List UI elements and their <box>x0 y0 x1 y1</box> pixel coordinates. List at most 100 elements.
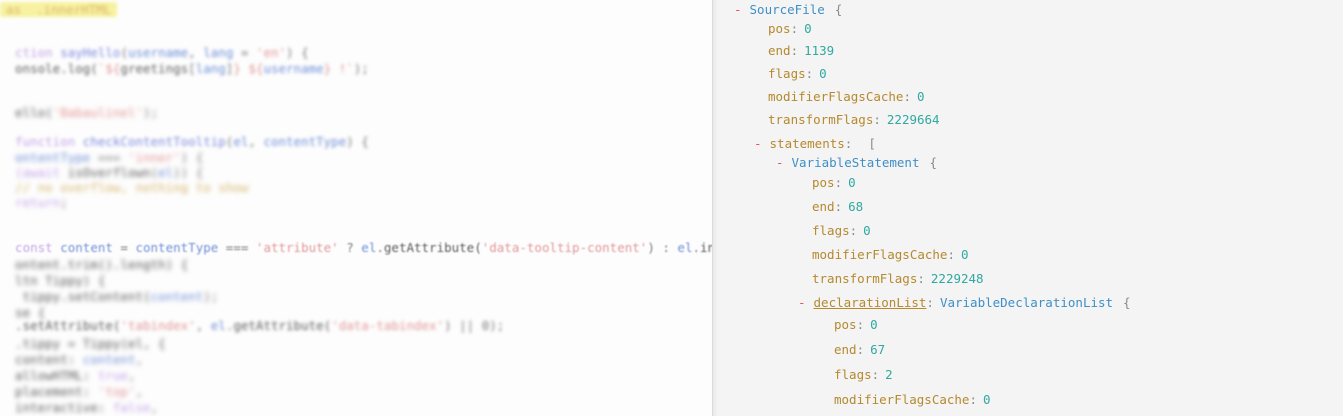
ast-property-value: 0 <box>870 317 878 332</box>
collapse-toggle-icon[interactable]: - <box>754 136 762 151</box>
collapse-toggle-icon[interactable]: - <box>776 155 784 170</box>
code-content[interactable]: as .innerHTML ction sayHello(username, l… <box>0 0 712 416</box>
code-token: [ <box>188 61 196 76</box>
open-brace: { <box>929 155 937 170</box>
colon: : <box>856 342 865 357</box>
ast-node-type[interactable]: VariableDeclarationList <box>940 295 1113 310</box>
code-token: , <box>150 400 159 415</box>
code-token: ; <box>60 195 68 210</box>
code-token: contentType <box>263 134 347 149</box>
code-token: , <box>195 318 211 333</box>
code-token: const <box>0 240 61 255</box>
colon: : <box>790 21 799 36</box>
code-line: interactive: false, <box>0 400 158 416</box>
code-token: el <box>210 318 226 333</box>
code-token: ); <box>353 61 369 76</box>
open-bracket: [ <box>868 136 876 151</box>
code-token: .tippy = Tippy(el, { <box>0 336 166 351</box>
code-editor-pane[interactable]: as .innerHTML ction sayHello(username, l… <box>0 0 712 416</box>
ast-property-value: 2229664 <box>886 112 940 127</box>
ast-node-row[interactable]: - statements: [ <box>754 135 876 153</box>
code-token: el <box>233 134 249 149</box>
ast-viewer-pane[interactable]: - SourceFile{pos: 0 end: 1139 flags: 0 modifier… <box>718 0 1343 416</box>
ast-property-value: 0 <box>819 66 827 81</box>
code-token: , <box>135 352 144 367</box>
ast-property-key: pos <box>812 175 835 190</box>
code-token: ello( <box>0 105 53 120</box>
code-token: ) { <box>286 45 309 60</box>
ast-node-row[interactable]: - VariableStatement { <box>776 154 937 172</box>
code-token: = <box>112 240 136 255</box>
ast-property-row: pos: 0 <box>834 316 878 334</box>
code-line: ontent.trim().length) { <box>0 257 188 273</box>
collapse-toggle-icon[interactable]: - <box>798 295 806 310</box>
ast-property-key: end <box>812 199 835 214</box>
ast-property-row: transformFlags: 2229664 <box>768 111 940 129</box>
ast-property-key: end <box>768 43 791 58</box>
code-token: as .innerHTML <box>0 2 118 17</box>
code-token: . <box>692 240 701 255</box>
ast-property-key: flags <box>834 367 872 382</box>
code-line: (await isOverflown(el)) { <box>0 165 203 181</box>
ast-property-key: modifierFlagsCache <box>768 89 904 104</box>
ast-property-key: transformFlags <box>768 112 874 127</box>
code-token: = <box>233 45 256 60</box>
ast-property-key: statements <box>769 136 845 151</box>
code-token: === <box>90 150 128 165</box>
code-token: greetings <box>120 61 189 76</box>
code-token: 'data-tooltip-content' <box>481 240 648 255</box>
code-token: ? <box>338 240 362 255</box>
code-token: placement: <box>0 384 98 399</box>
code-token: // no overflow, nothing to show <box>0 180 249 195</box>
code-line: tippy.setContent(content); <box>0 289 219 305</box>
code-token: ) : <box>647 240 678 255</box>
code-token: , <box>248 134 264 149</box>
code-token: } !` <box>323 61 354 76</box>
code-token: } ${ <box>233 61 264 76</box>
ast-property-row: pos: 0 <box>812 174 856 192</box>
code-token: `${ <box>97 61 121 76</box>
ast-property-value: 2 <box>885 367 893 382</box>
ast-property-link[interactable]: declarationList <box>814 295 927 310</box>
code-line: ction sayHello(username, lang = 'en') { <box>0 45 309 61</box>
code-line: as .innerHTML <box>0 2 118 18</box>
code-token: content <box>150 289 204 304</box>
colon: : <box>849 223 858 238</box>
code-token: innerText; <box>700 240 712 255</box>
ast-property-value: 0 <box>917 89 925 104</box>
ast-property-key: modifierFlagsCache <box>834 392 970 407</box>
ast-property-key: flags <box>812 223 850 238</box>
colon: : <box>903 89 911 104</box>
code-token: ontentType <box>0 150 91 165</box>
code-token: el <box>677 240 693 255</box>
colon: : <box>805 66 814 81</box>
code-token: allowHTML: <box>0 368 98 383</box>
code-token: .setAttribute( <box>0 318 121 333</box>
ast-property-key: pos <box>768 21 791 36</box>
ast-property-row: end: 67 <box>834 341 885 359</box>
ast-property-key: flags <box>768 66 806 81</box>
code-token: onsole.log( <box>0 61 98 76</box>
code-token: ) { <box>180 150 204 165</box>
ast-node-row[interactable]: - SourceFile { <box>734 1 842 19</box>
ast-property-row: pos: 0 <box>768 20 812 38</box>
code-token: isOverflown <box>67 165 151 180</box>
code-token: tippy.setContent( <box>0 289 151 304</box>
code-token: ction <box>0 45 61 60</box>
code-token: === <box>218 240 256 255</box>
code-token: getAttribute( <box>383 240 482 255</box>
ast-node-row[interactable]: - declarationList: VariableDeclarationList… <box>798 294 1131 312</box>
code-token: true <box>97 368 128 383</box>
ast-node-type[interactable]: VariableStatement <box>792 155 920 170</box>
code-line: const content = contentType === 'attribu… <box>0 240 712 256</box>
code-line: placement: 'top', <box>0 384 143 400</box>
colon: : <box>856 317 865 332</box>
code-token: , <box>135 384 144 399</box>
ast-property-row: modifierFlagsCache: 0 <box>768 88 925 106</box>
collapse-toggle-icon[interactable]: - <box>734 2 742 17</box>
ast-property-value: 0 <box>848 175 856 190</box>
ast-property-row: modifierFlagsCache: 0 <box>834 391 991 409</box>
ast-node-type[interactable]: SourceFile <box>750 2 825 17</box>
colon: : <box>844 136 853 151</box>
code-token: username <box>127 45 189 60</box>
